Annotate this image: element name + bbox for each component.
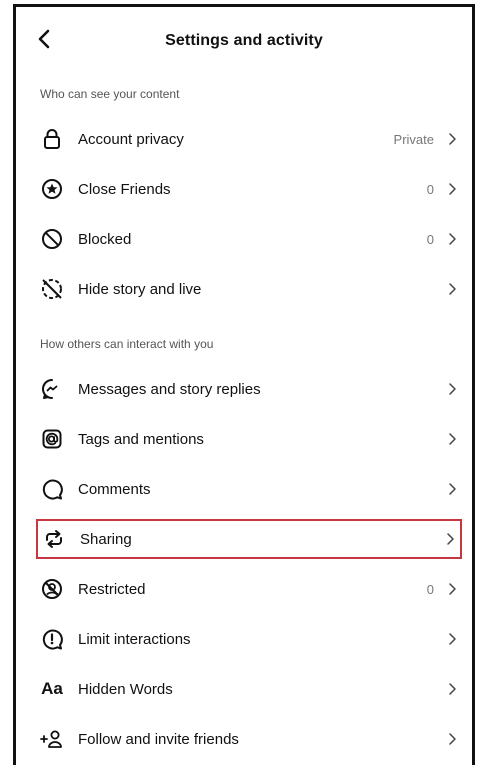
- chevron-right-icon: [446, 681, 458, 697]
- at-sign-icon: [40, 427, 64, 451]
- add-person-icon: [40, 727, 64, 751]
- chevron-right-icon: [446, 731, 458, 747]
- row-label: Messages and story replies: [78, 380, 261, 398]
- limit-interactions-icon: [40, 627, 64, 651]
- row-blocked[interactable]: Blocked 0: [32, 219, 462, 259]
- text-aa-icon: Aa: [40, 677, 64, 701]
- row-value: 0: [426, 231, 434, 247]
- row-label: Blocked: [78, 230, 132, 248]
- section-label-interaction: How others can interact with you: [40, 337, 214, 351]
- row-label: Close Friends: [78, 180, 171, 198]
- row-tags-mentions[interactable]: Tags and mentions: [32, 419, 462, 459]
- row-label: Comments: [78, 480, 151, 498]
- row-follow-invite[interactable]: Follow and invite friends: [32, 719, 462, 759]
- restricted-icon: [40, 577, 64, 601]
- row-value: Private: [393, 131, 434, 147]
- row-sharing[interactable]: Sharing: [36, 519, 462, 559]
- row-label: Restricted: [78, 580, 146, 598]
- row-restricted[interactable]: Restricted 0: [32, 569, 462, 609]
- settings-screen: Settings and activity Who can see your c…: [13, 4, 475, 765]
- row-hide-story[interactable]: Hide story and live: [32, 269, 462, 309]
- hide-story-icon: [40, 277, 64, 301]
- hidden-words-icon-text: Aa: [41, 679, 63, 698]
- row-value: 0: [426, 181, 434, 197]
- chevron-right-icon: [446, 581, 458, 597]
- row-label: Hidden Words: [78, 680, 173, 698]
- row-label: Account privacy: [78, 130, 184, 148]
- lock-icon: [40, 127, 64, 151]
- row-hidden-words[interactable]: Aa Hidden Words: [32, 669, 462, 709]
- row-label: Tags and mentions: [78, 430, 204, 448]
- section-label-visibility: Who can see your content: [40, 87, 180, 101]
- comment-icon: [40, 477, 64, 501]
- repost-icon: [42, 527, 66, 551]
- row-comments[interactable]: Comments: [32, 469, 462, 509]
- messenger-icon: [40, 377, 64, 401]
- chevron-right-icon: [444, 531, 456, 547]
- row-label: Follow and invite friends: [78, 730, 239, 748]
- row-value: 0: [426, 581, 434, 597]
- chevron-right-icon: [446, 231, 458, 247]
- back-button[interactable]: [32, 27, 56, 51]
- page-title: Settings and activity: [165, 32, 323, 49]
- row-label: Hide story and live: [78, 280, 202, 298]
- blocked-icon: [40, 227, 64, 251]
- row-label: Limit interactions: [78, 630, 191, 648]
- chevron-right-icon: [446, 481, 458, 497]
- chevron-right-icon: [446, 381, 458, 397]
- header: Settings and activity: [16, 7, 472, 79]
- row-close-friends[interactable]: Close Friends 0: [32, 169, 462, 209]
- row-messages[interactable]: Messages and story replies: [32, 369, 462, 409]
- star-circle-icon: [40, 177, 64, 201]
- chevron-right-icon: [446, 281, 458, 297]
- row-label: Sharing: [80, 530, 132, 548]
- chevron-right-icon: [446, 431, 458, 447]
- chevron-right-icon: [446, 131, 458, 147]
- row-account-privacy[interactable]: Account privacy Private: [32, 119, 462, 159]
- row-limit-interactions[interactable]: Limit interactions: [32, 619, 462, 659]
- chevron-left-icon: [38, 29, 50, 49]
- chevron-right-icon: [446, 631, 458, 647]
- chevron-right-icon: [446, 181, 458, 197]
